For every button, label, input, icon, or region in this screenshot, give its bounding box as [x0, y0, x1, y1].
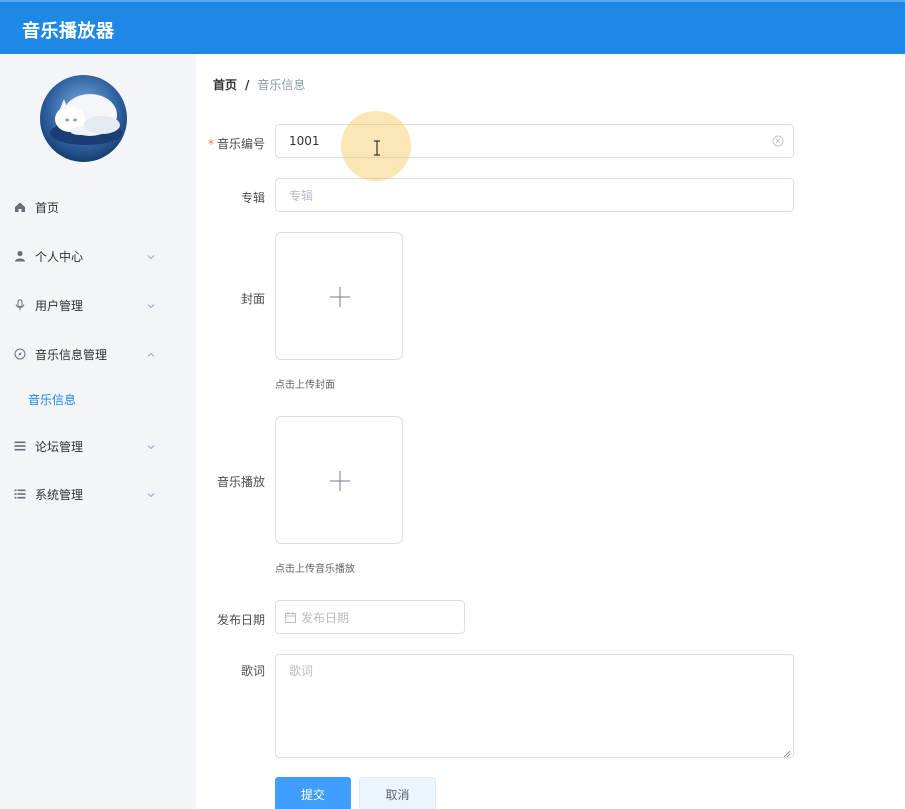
sidebar-item-label: 用户管理: [35, 298, 84, 313]
compass-icon: [13, 347, 27, 361]
album-input[interactable]: 专辑: [275, 178, 794, 212]
sidebar-item-user-management[interactable]: 用户管理: [0, 285, 196, 325]
sidebar: 首页 个人中心 用户管理 音乐信息管理 音乐信息 论坛管理 系统管理: [0, 54, 196, 809]
music-no-label-text: 音乐编号: [216, 137, 265, 151]
music-no-label: * 音乐编号: [208, 135, 265, 152]
main-content: 首页 / 音乐信息 * 音乐编号 1001 专辑 专辑 封面 点击上传封面 音乐播…: [196, 54, 905, 809]
cover-label: 封面: [240, 292, 265, 306]
music-play-upload[interactable]: [275, 416, 403, 544]
album-label: 专辑: [240, 191, 265, 205]
play-label: 音乐播放: [216, 475, 265, 489]
lyrics-textarea[interactable]: 歌词: [275, 654, 794, 758]
lyrics-label: 歌词: [240, 664, 265, 678]
publish-date-picker[interactable]: 发布日期: [275, 600, 465, 634]
sidebar-item-label: 个人中心: [35, 249, 84, 264]
list-icon: [13, 487, 27, 501]
album-placeholder: 专辑: [289, 188, 314, 203]
breadcrumb-current: 音乐信息: [257, 78, 306, 92]
sidebar-item-system-management[interactable]: 系统管理: [0, 474, 196, 514]
sidebar-item-home[interactable]: 首页: [0, 187, 196, 227]
app-title: 音乐播放器: [22, 21, 115, 42]
sidebar-item-label: 系统管理: [35, 487, 84, 502]
sidebar-item-forum-management[interactable]: 论坛管理: [0, 426, 196, 466]
required-mark: *: [207, 137, 214, 151]
date-label: 发布日期: [216, 613, 265, 627]
plus-icon: [330, 471, 350, 491]
microphone-icon: [13, 298, 27, 312]
avatar[interactable]: [40, 75, 127, 162]
text-cursor-icon: [372, 140, 382, 156]
breadcrumb-home[interactable]: 首页: [213, 76, 237, 93]
sidebar-item-label: 首页: [35, 200, 60, 215]
sidebar-item-music-info-management[interactable]: 音乐信息管理: [0, 334, 196, 374]
lyrics-placeholder: 歌词: [289, 664, 314, 678]
chevron-down-icon: [146, 300, 156, 310]
cat-avatar-image: [40, 75, 127, 162]
chevron-up-icon: [146, 349, 156, 359]
sidebar-subitem-music-info[interactable]: 音乐信息: [28, 391, 76, 408]
resize-handle-icon[interactable]: [783, 747, 791, 758]
cover-upload[interactable]: [275, 232, 403, 360]
play-hint: 点击上传音乐播放: [275, 564, 355, 575]
breadcrumb: 首页 / 音乐信息: [213, 76, 305, 93]
plus-icon: [330, 287, 350, 307]
user-icon: [13, 249, 27, 263]
submit-button[interactable]: 提交: [275, 777, 351, 809]
list-icon: [13, 439, 27, 453]
sidebar-item-label: 论坛管理: [35, 439, 84, 454]
top-bar: 音乐播放器: [0, 0, 905, 54]
cancel-button[interactable]: 取消: [359, 777, 436, 809]
calendar-icon: [285, 611, 296, 623]
music-no-value: 1001: [289, 134, 320, 148]
cover-hint: 点击上传封面: [275, 380, 335, 391]
chevron-down-icon: [146, 441, 156, 451]
breadcrumb-separator: /: [245, 77, 250, 92]
date-placeholder: 发布日期: [301, 610, 350, 625]
chevron-down-icon: [146, 489, 156, 499]
sidebar-item-personal-center[interactable]: 个人中心: [0, 236, 196, 276]
chevron-down-icon: [146, 251, 156, 261]
home-icon: [13, 200, 27, 214]
clear-icon[interactable]: [772, 135, 784, 147]
sidebar-item-label: 音乐信息管理: [35, 347, 108, 362]
